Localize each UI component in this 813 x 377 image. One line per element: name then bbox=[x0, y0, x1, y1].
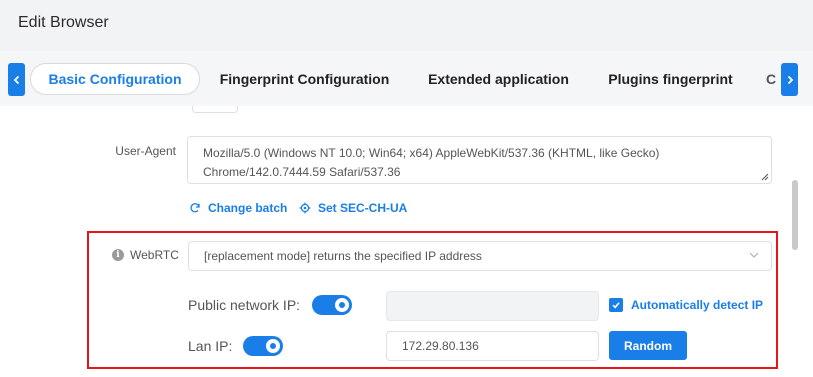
random-button[interactable]: Random bbox=[609, 331, 687, 360]
set-sec-ch-ua-label: Set SEC-CH-UA bbox=[318, 201, 408, 215]
webrtc-select[interactable]: [replacement mode] returns the specified… bbox=[188, 241, 772, 271]
lan-ip-label: Lan IP: bbox=[188, 338, 233, 354]
scrollbar-thumb[interactable] bbox=[792, 180, 798, 250]
public-ip-toggle[interactable] bbox=[312, 295, 352, 315]
toggle-knob bbox=[335, 298, 349, 312]
auto-detect-label: Automatically detect IP bbox=[631, 298, 764, 312]
lan-ip-toggle[interactable] bbox=[243, 336, 283, 356]
public-ip-label: Public network IP: bbox=[188, 297, 301, 313]
change-batch-link[interactable]: Change batch bbox=[189, 201, 287, 215]
tab-partial[interactable]: C bbox=[766, 63, 780, 95]
chevron-left-icon bbox=[13, 75, 19, 84]
info-icon: i bbox=[112, 249, 124, 261]
clipped-field bbox=[192, 106, 238, 113]
webrtc-label: WebRTC bbox=[130, 248, 179, 262]
lan-ip-input[interactable]: 172.29.80.136 bbox=[386, 331, 599, 361]
gear-icon bbox=[299, 202, 311, 214]
change-batch-label: Change batch bbox=[208, 201, 288, 215]
webrtc-selected-value: [replacement mode] returns the specified… bbox=[204, 249, 482, 263]
user-agent-label: User-Agent bbox=[115, 144, 176, 158]
tab-scroll-right-button[interactable] bbox=[781, 63, 798, 96]
tab-fingerprint-configuration[interactable]: Fingerprint Configuration bbox=[212, 63, 397, 95]
tab-basic-configuration[interactable]: Basic Configuration bbox=[30, 63, 200, 95]
set-sec-ch-ua-link[interactable]: Set SEC-CH-UA bbox=[299, 201, 407, 215]
tab-scroll-left-button[interactable] bbox=[8, 63, 25, 96]
user-agent-value: Mozilla/5.0 (Windows NT 10.0; Win64; x64… bbox=[203, 146, 660, 179]
tab-extended-application[interactable]: Extended application bbox=[420, 63, 577, 95]
checkmark-icon bbox=[612, 302, 620, 309]
toggle-knob bbox=[266, 339, 280, 353]
webrtc-label-group: i WebRTC bbox=[112, 248, 179, 262]
public-ip-input[interactable] bbox=[386, 291, 599, 321]
checkbox-box[interactable] bbox=[609, 298, 623, 312]
dialog-header: Edit Browser bbox=[0, 0, 813, 51]
dialog-title: Edit Browser bbox=[18, 14, 109, 31]
chevron-right-icon bbox=[787, 75, 793, 84]
refresh-icon bbox=[190, 203, 200, 213]
chevron-down-icon bbox=[749, 252, 759, 258]
resize-grip-icon[interactable] bbox=[761, 173, 769, 181]
user-agent-textarea[interactable]: Mozilla/5.0 (Windows NT 10.0; Win64; x64… bbox=[187, 136, 772, 184]
tab-plugins-fingerprint[interactable]: Plugins fingerprint bbox=[598, 63, 743, 95]
auto-detect-checkbox[interactable]: Automatically detect IP bbox=[609, 298, 763, 312]
